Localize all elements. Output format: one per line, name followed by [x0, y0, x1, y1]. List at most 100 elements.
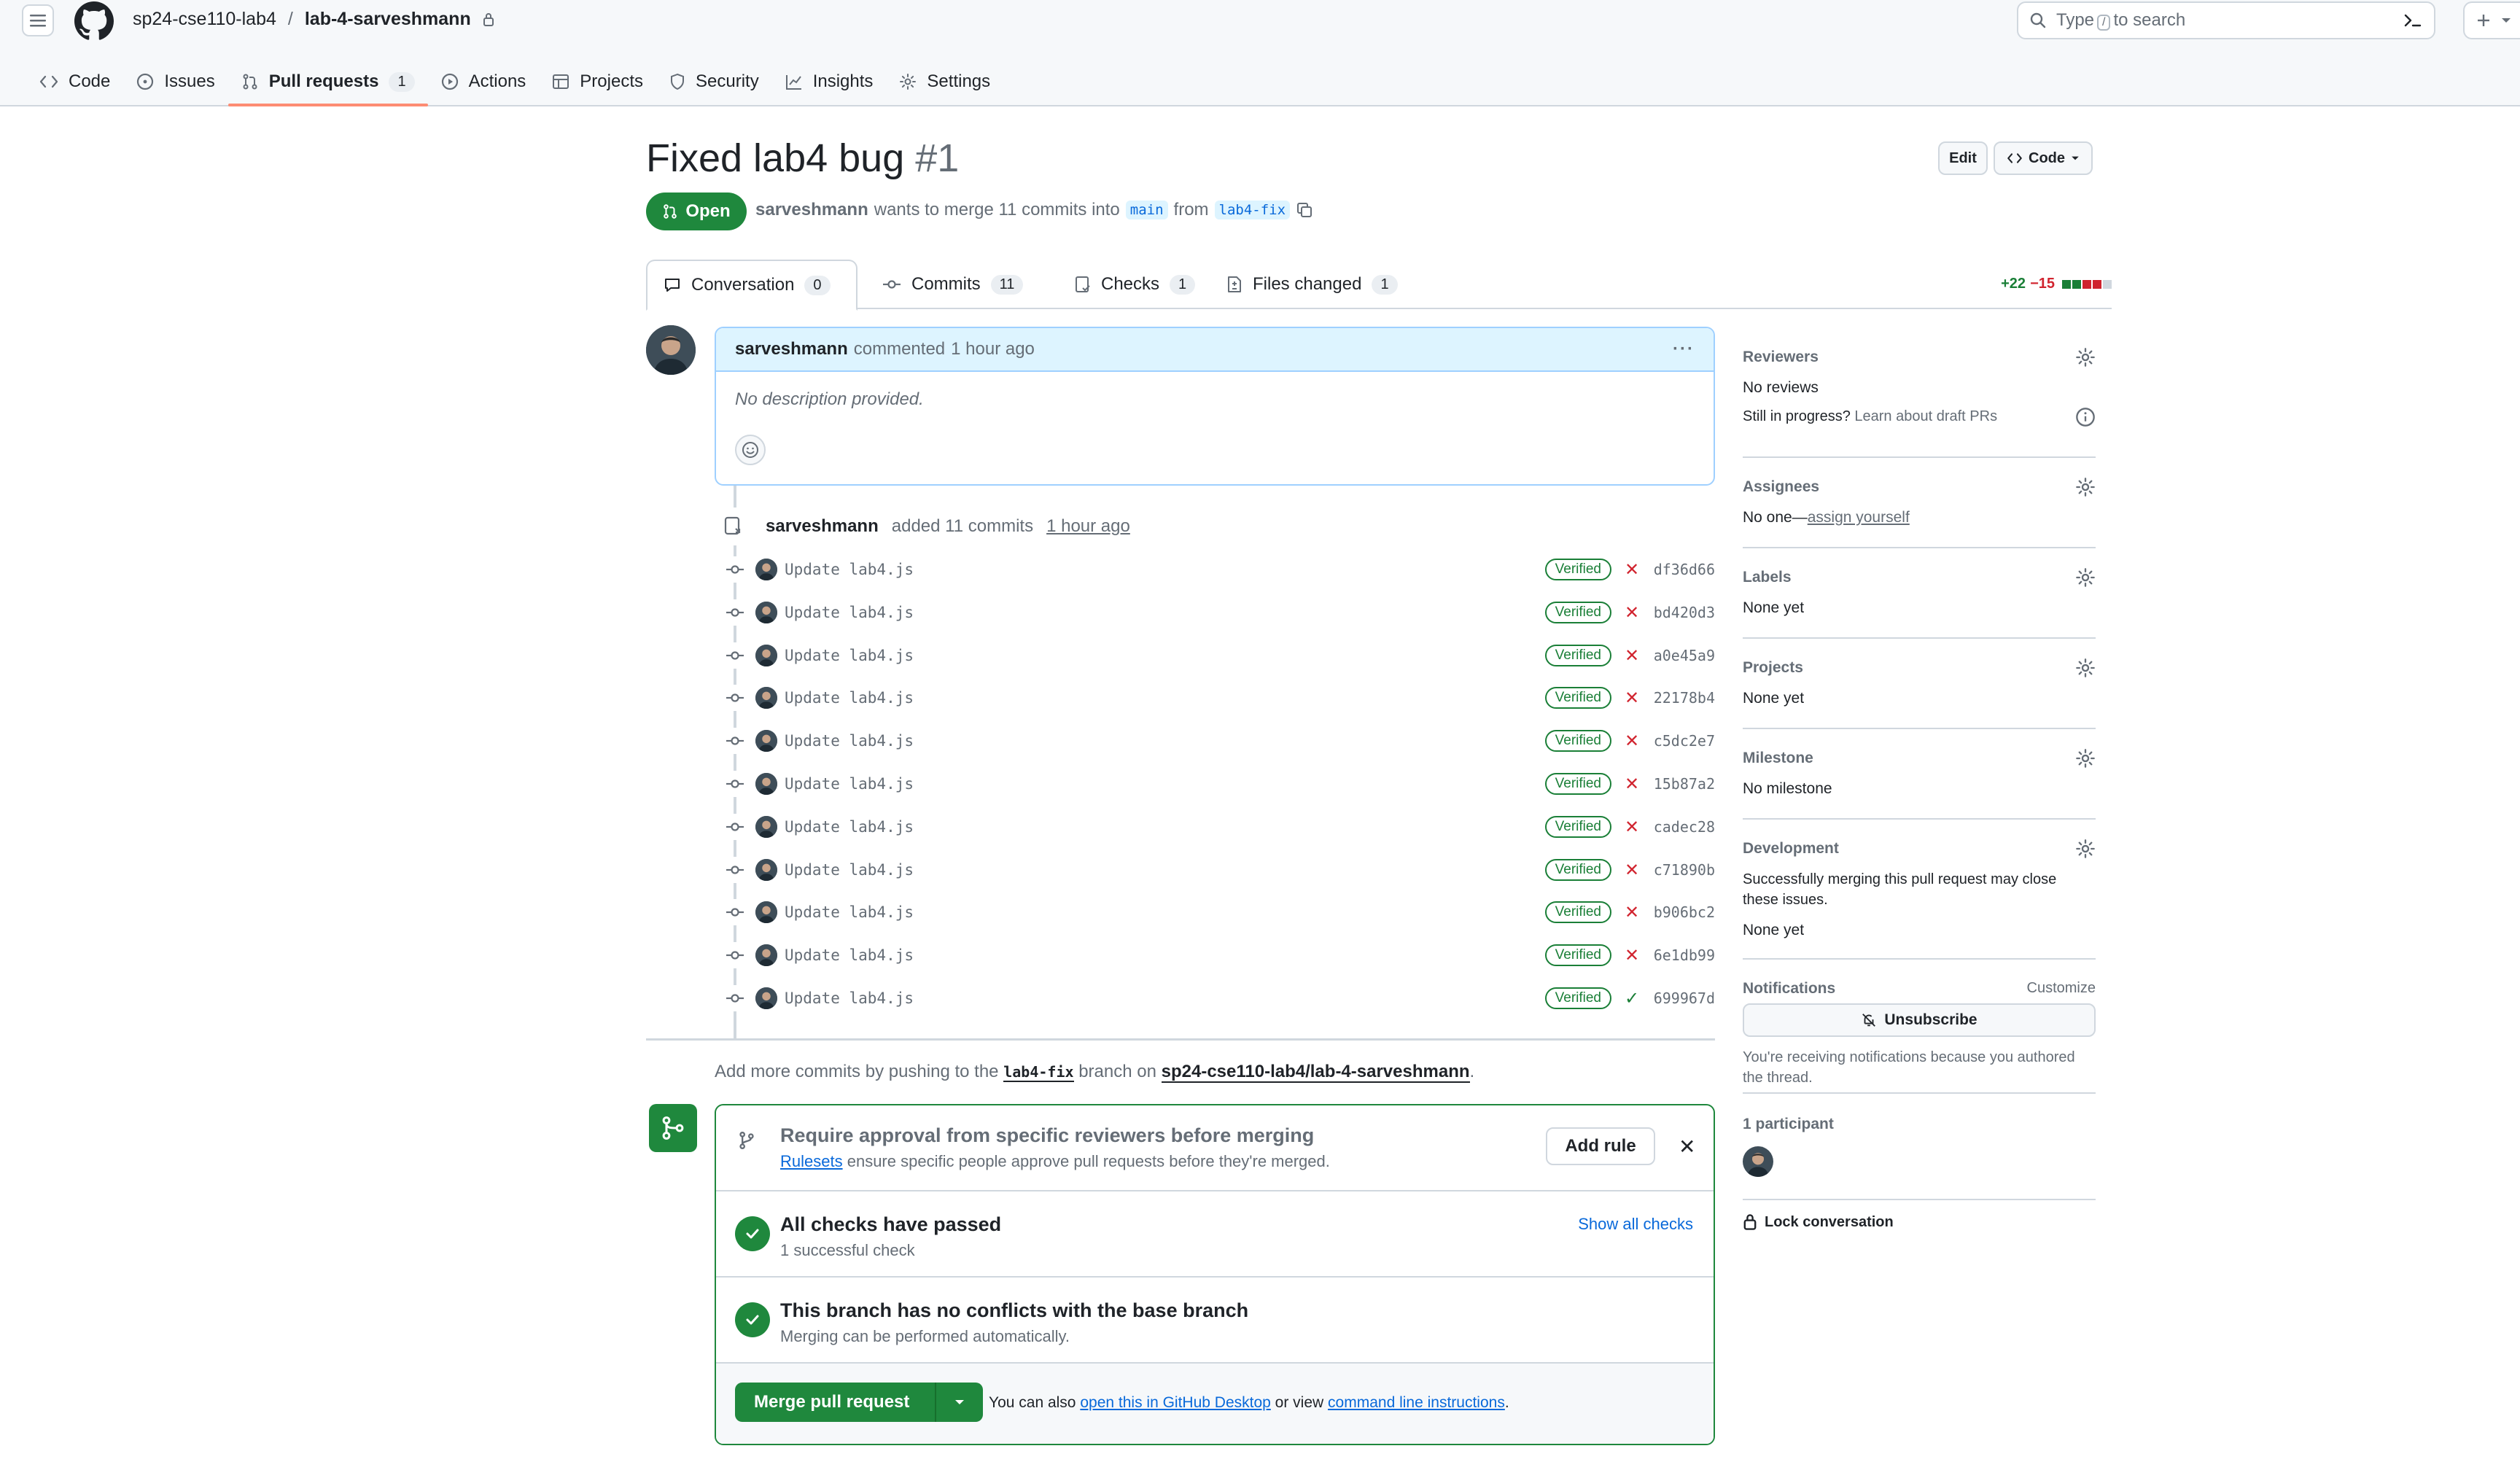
hamburger-menu-button[interactable] [22, 4, 54, 36]
commit-author-avatar[interactable] [755, 816, 777, 838]
verified-badge[interactable]: Verified [1544, 944, 1611, 966]
tab-issues[interactable]: Issues [123, 61, 228, 102]
tab-pull-requests[interactable]: Pull requests 1 [228, 61, 428, 106]
tab-actions[interactable]: Actions [428, 61, 540, 102]
x-status-icon[interactable]: ✕ [1625, 774, 1639, 795]
commit-sha[interactable]: 699967d [1652, 989, 1715, 1007]
info-icon[interactable] [2075, 407, 2096, 427]
commit-message[interactable]: Update lab4.js [785, 989, 914, 1007]
projects-title[interactable]: Projects [1743, 659, 1803, 677]
author-avatar[interactable] [646, 325, 696, 375]
tab-files-changed[interactable]: Files changed 1 [1210, 260, 1414, 309]
lock-conversation-button[interactable]: Lock conversation [1743, 1200, 2096, 1244]
command-palette-icon[interactable] [2403, 12, 2422, 29]
tab-conversation[interactable]: Conversation 0 [646, 260, 858, 311]
owner-link[interactable]: sp24-cse110-lab4 [133, 9, 276, 30]
commit-author-avatar[interactable] [755, 687, 777, 709]
code-dropdown-button[interactable]: Code [1994, 141, 2093, 175]
x-status-icon[interactable]: ✕ [1625, 645, 1639, 666]
base-branch[interactable]: main [1125, 201, 1168, 219]
tab-projects[interactable]: Projects [539, 61, 656, 102]
tab-insights[interactable]: Insights [772, 61, 887, 102]
commit-author-avatar[interactable] [755, 987, 777, 1009]
pr-author-link[interactable]: sarveshmann [755, 200, 868, 220]
repo-link[interactable]: lab-4-sarveshmann [305, 9, 471, 30]
commit-author-avatar[interactable] [755, 645, 777, 666]
commit-message[interactable]: Update lab4.js [785, 604, 914, 621]
commit-message[interactable]: Update lab4.js [785, 903, 914, 921]
verified-badge[interactable]: Verified [1544, 687, 1611, 709]
check-status-icon[interactable]: ✓ [1625, 988, 1639, 1009]
add-more-branch[interactable]: lab4-fix [1003, 1063, 1074, 1082]
commit-message[interactable]: Update lab4.js [785, 861, 914, 879]
commit-message[interactable]: Update lab4.js [785, 946, 914, 964]
github-desktop-link[interactable]: open this in GitHub Desktop [1080, 1394, 1270, 1411]
verified-badge[interactable]: Verified [1544, 730, 1611, 752]
tab-settings[interactable]: Settings [886, 61, 1003, 102]
x-status-icon[interactable]: ✕ [1625, 945, 1639, 966]
verified-badge[interactable]: Verified [1544, 987, 1611, 1009]
commit-sha[interactable]: cadec28 [1652, 818, 1715, 836]
x-status-icon[interactable]: ✕ [1625, 860, 1639, 881]
assign-yourself-link[interactable]: assign yourself [1808, 509, 1910, 526]
commit-author-avatar[interactable] [755, 559, 777, 580]
create-new-button[interactable] [2463, 1, 2520, 39]
commit-sha[interactable]: 22178b4 [1652, 689, 1715, 707]
commit-sha[interactable]: a0e45a9 [1652, 647, 1715, 664]
reviewers-title[interactable]: Reviewers [1743, 349, 1819, 366]
verified-badge[interactable]: Verified [1544, 602, 1611, 623]
commit-message[interactable]: Update lab4.js [785, 647, 914, 664]
milestone-title[interactable]: Milestone [1743, 750, 1813, 767]
comment-time[interactable]: 1 hour ago [951, 339, 1035, 359]
comment-menu-button[interactable]: ··· [1673, 339, 1695, 359]
verified-badge[interactable]: Verified [1544, 901, 1611, 923]
commit-author-avatar[interactable] [755, 901, 777, 923]
commit-sha[interactable]: 6e1db99 [1652, 946, 1715, 964]
commit-message[interactable]: Update lab4.js [785, 561, 914, 578]
commit-sha[interactable]: c71890b [1652, 861, 1715, 879]
commit-sha[interactable]: df36d66 [1652, 561, 1715, 578]
development-title[interactable]: Development [1743, 840, 1839, 858]
commit-author-avatar[interactable] [755, 602, 777, 623]
merge-pull-request-button[interactable]: Merge pull request [735, 1383, 935, 1422]
customize-link[interactable]: Customize [2027, 980, 2096, 997]
close-icon[interactable]: ✕ [1679, 1135, 1695, 1159]
verified-badge[interactable]: Verified [1544, 773, 1611, 795]
gear-icon[interactable] [2075, 567, 2096, 588]
tab-code[interactable]: Code [26, 61, 123, 102]
commit-author-avatar[interactable] [755, 773, 777, 795]
verified-badge[interactable]: Verified [1544, 816, 1611, 838]
participant-avatar[interactable] [1743, 1146, 1773, 1177]
commit-author-avatar[interactable] [755, 944, 777, 966]
commit-sha[interactable]: 15b87a2 [1652, 775, 1715, 793]
gear-icon[interactable] [2075, 658, 2096, 678]
commit-sha[interactable]: b906bc2 [1652, 903, 1715, 921]
tab-checks[interactable]: Checks 1 [1059, 260, 1211, 309]
unsubscribe-button[interactable]: Unsubscribe [1743, 1003, 2096, 1037]
gear-icon[interactable] [2075, 347, 2096, 368]
head-branch[interactable]: lab4-fix [1214, 201, 1291, 219]
gear-icon[interactable] [2075, 477, 2096, 497]
x-status-icon[interactable]: ✕ [1625, 731, 1639, 752]
add-rule-button[interactable]: Add rule [1546, 1127, 1655, 1165]
commit-sha[interactable]: c5dc2e7 [1652, 732, 1715, 750]
draft-prs-link[interactable]: Learn about draft PRs [1854, 408, 1997, 424]
gear-icon[interactable] [2075, 839, 2096, 859]
x-status-icon[interactable]: ✕ [1625, 559, 1639, 580]
cli-instructions-link[interactable]: command line instructions [1328, 1394, 1505, 1411]
edit-title-button[interactable]: Edit [1938, 141, 1988, 175]
verified-badge[interactable]: Verified [1544, 859, 1611, 881]
copy-icon[interactable] [1296, 201, 1313, 219]
verified-badge[interactable]: Verified [1544, 645, 1611, 666]
add-reaction-button[interactable] [735, 435, 766, 465]
x-status-icon[interactable]: ✕ [1625, 688, 1639, 709]
commit-author-avatar[interactable] [755, 730, 777, 752]
commit-message[interactable]: Update lab4.js [785, 689, 914, 707]
gear-icon[interactable] [2075, 748, 2096, 769]
verified-badge[interactable]: Verified [1544, 559, 1611, 580]
x-status-icon[interactable]: ✕ [1625, 902, 1639, 923]
commit-message[interactable]: Update lab4.js [785, 818, 914, 836]
search-input[interactable]: Type / to search [2017, 1, 2435, 39]
labels-title[interactable]: Labels [1743, 569, 1792, 586]
x-status-icon[interactable]: ✕ [1625, 602, 1639, 623]
